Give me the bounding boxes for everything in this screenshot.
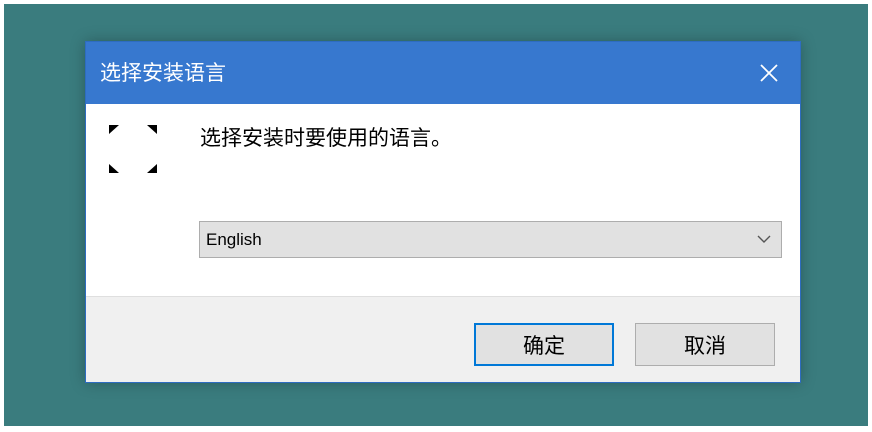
button-bar: 确定 取消 (86, 296, 800, 382)
language-select[interactable]: English (199, 221, 782, 258)
close-icon (760, 64, 778, 82)
dialog-title: 选择安装语言 (100, 61, 226, 85)
title-bar: 选择安装语言 (86, 42, 800, 104)
ok-button[interactable]: 确定 (474, 323, 614, 366)
language-select-value: English (206, 230, 262, 249)
chevron-down-icon (757, 235, 771, 243)
dialog-body: 选择安装时要使用的语言。 English (86, 104, 800, 296)
cancel-button[interactable]: 取消 (635, 323, 775, 366)
close-button[interactable] (738, 42, 800, 104)
prompt-text: 选择安装时要使用的语言。 (200, 126, 452, 150)
installer-app-icon (109, 125, 157, 173)
language-dialog: 选择安装语言 选择安装时要使用的语言。 English 确定 取消 (85, 41, 801, 383)
